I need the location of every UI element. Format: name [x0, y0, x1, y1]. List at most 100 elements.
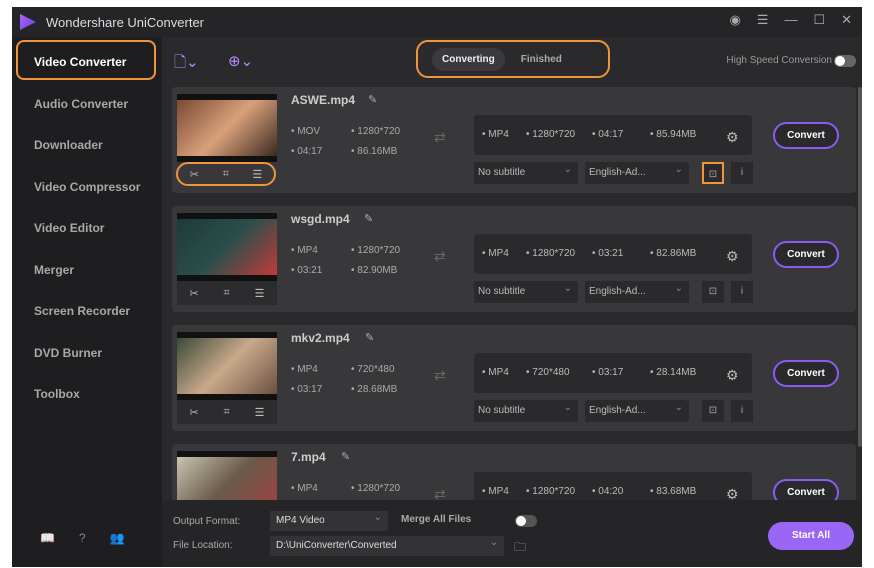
close-icon[interactable]: ✕ [841, 12, 852, 28]
sidebar-item-downloader[interactable]: Downloader [34, 138, 103, 152]
edit-tools: ✂ ⌗ ☰ [177, 400, 277, 424]
bottom-bar: Output Format: MP4 Video Merge All Files… [162, 500, 862, 567]
start-all-button[interactable]: Start All [768, 522, 854, 550]
source-duration: • 03:21 [291, 265, 323, 276]
file-card: ✂ ⌗ ☰ mkv2.mp4 ✎ • MP4 • 720*480 • 03:17 •… [172, 325, 856, 431]
user-icon[interactable]: 👥 [110, 531, 125, 545]
trim-icon[interactable]: ✂ [190, 168, 199, 181]
file-name: wsgd.mp4 [291, 212, 350, 226]
effects-icon[interactable]: ☰ [255, 406, 265, 419]
subtitle-select[interactable]: No subtitle [474, 400, 578, 422]
audio-track-select[interactable]: English-Ad... [585, 162, 689, 184]
video-thumbnail[interactable] [177, 332, 277, 400]
sidebar-item-audio-converter[interactable]: Audio Converter [34, 97, 128, 111]
app-logo-icon [20, 14, 36, 30]
sidebar-item-video-editor[interactable]: Video Editor [34, 221, 104, 235]
main-area: 🗋⌄ ⊕⌄ Converting Finished High Speed Con… [162, 37, 862, 567]
subtitle-select[interactable]: No subtitle [474, 281, 578, 303]
output-format-select[interactable]: MP4 Video [270, 511, 388, 531]
source-size: • 28.68MB [351, 384, 398, 395]
sidebar: Video Converter Audio Converter Download… [12, 37, 162, 567]
settings-gear-icon[interactable]: ⚙ [726, 367, 739, 384]
output-settings: • MP4 • 720*480 • 03:17 • 28.14MB ⚙ [474, 353, 752, 393]
video-thumbnail[interactable] [177, 213, 277, 281]
file-name: mkv2.mp4 [291, 331, 350, 345]
info-icon[interactable]: i [731, 400, 753, 422]
merge-all-label: Merge All Files [401, 514, 472, 525]
subtitle-edit-icon[interactable]: ⊡ [702, 281, 724, 303]
sidebar-item-video-converter[interactable]: Video Converter [16, 40, 156, 80]
source-resolution: • 1280*720 [351, 483, 401, 494]
file-location-label: File Location: [173, 540, 233, 551]
add-file-icon[interactable]: 🗋⌄ [174, 52, 199, 77]
scrollbar[interactable] [858, 87, 862, 447]
tab-converting[interactable]: Converting [432, 47, 505, 71]
file-name: 7.mp4 [291, 450, 326, 464]
shuffle-arrow-icon: ⇄ [434, 367, 446, 383]
rename-icon[interactable]: ✎ [341, 450, 350, 463]
sidebar-item-video-compressor[interactable]: Video Compressor [34, 180, 140, 194]
file-location-select[interactable]: D:\UniConverter\Converted [270, 536, 504, 556]
edit-tools: ✂ ⌗ ☰ [177, 281, 277, 305]
source-format: • MP4 [291, 483, 318, 494]
rename-icon[interactable]: ✎ [364, 212, 373, 225]
source-format: • MP4 [291, 245, 318, 256]
source-format: • MOV [291, 126, 321, 137]
info-icon[interactable]: i [731, 281, 753, 303]
source-size: • 86.16MB [351, 146, 398, 157]
sidebar-item-toolbox[interactable]: Toolbox [34, 387, 80, 401]
effects-icon[interactable]: ☰ [255, 287, 265, 300]
folder-icon[interactable]: 🗀 [514, 538, 526, 559]
crop-icon[interactable]: ⌗ [224, 287, 230, 300]
source-resolution: • 1280*720 [351, 126, 401, 137]
app-window: Wondershare UniConverter ◉ ☰ — ☐ ✕ Video… [12, 7, 862, 567]
file-name: ASWE.mp4 [291, 93, 356, 107]
toolbar: 🗋⌄ ⊕⌄ Converting Finished High Speed Con… [162, 37, 862, 87]
convert-button[interactable]: Convert [773, 122, 839, 149]
subtitle-edit-icon[interactable]: ⊡ [702, 162, 724, 184]
sidebar-item-dvd-burner[interactable]: DVD Burner [34, 346, 102, 360]
rename-icon[interactable]: ✎ [368, 93, 377, 106]
guide-book-icon[interactable]: 📖 [40, 531, 55, 545]
sidebar-item-merger[interactable]: Merger [34, 263, 74, 277]
shuffle-arrow-icon: ⇄ [434, 129, 446, 145]
menu-icon[interactable]: ☰ [757, 12, 769, 28]
high-speed-label: High Speed Conversion [726, 55, 832, 66]
file-card: ✂ ⌗ ☰ wsgd.mp4 ✎ • MP4 • 1280*720 • 03:21 … [172, 206, 856, 312]
tab-finished[interactable]: Finished [511, 48, 572, 71]
crop-icon[interactable]: ⌗ [223, 168, 229, 181]
info-icon[interactable]: i [731, 162, 753, 184]
source-duration: • 04:17 [291, 146, 323, 157]
maximize-icon[interactable]: ☐ [813, 12, 825, 28]
rename-icon[interactable]: ✎ [365, 331, 374, 344]
settings-gear-icon[interactable]: ⚙ [726, 248, 739, 265]
high-speed-toggle[interactable] [834, 55, 856, 67]
output-settings: • MP4 • 1280*720 • 04:17 • 85.94MB ⚙ [474, 115, 752, 155]
title-bar: Wondershare UniConverter ◉ ☰ — ☐ ✕ [12, 7, 862, 37]
subtitle-select[interactable]: No subtitle [474, 162, 578, 184]
source-resolution: • 720*480 [351, 364, 395, 375]
add-dvd-icon[interactable]: ⊕⌄ [228, 52, 253, 70]
help-icon[interactable]: ? [79, 531, 86, 545]
account-icon[interactable]: ◉ [729, 12, 740, 28]
trim-icon[interactable]: ✂ [189, 406, 198, 419]
audio-track-select[interactable]: English-Ad... [585, 281, 689, 303]
edit-tools: ✂ ⌗ ☰ [176, 162, 276, 186]
convert-button[interactable]: Convert [773, 360, 839, 387]
trim-icon[interactable]: ✂ [189, 287, 198, 300]
source-resolution: • 1280*720 [351, 245, 401, 256]
sidebar-item-screen-recorder[interactable]: Screen Recorder [34, 304, 130, 318]
video-thumbnail[interactable] [177, 94, 277, 162]
settings-gear-icon[interactable]: ⚙ [726, 129, 739, 146]
merge-all-toggle[interactable] [515, 515, 537, 527]
minimize-icon[interactable]: — [784, 12, 797, 28]
source-duration: • 03:17 [291, 384, 323, 395]
output-format-label: Output Format: [173, 516, 241, 527]
effects-icon[interactable]: ☰ [252, 168, 262, 181]
audio-track-select[interactable]: English-Ad... [585, 400, 689, 422]
convert-button[interactable]: Convert [773, 241, 839, 268]
crop-icon[interactable]: ⌗ [224, 406, 230, 419]
output-settings: • MP4 • 1280*720 • 03:21 • 82.86MB ⚙ [474, 234, 752, 274]
source-format: • MP4 [291, 364, 318, 375]
subtitle-edit-icon[interactable]: ⊡ [702, 400, 724, 422]
